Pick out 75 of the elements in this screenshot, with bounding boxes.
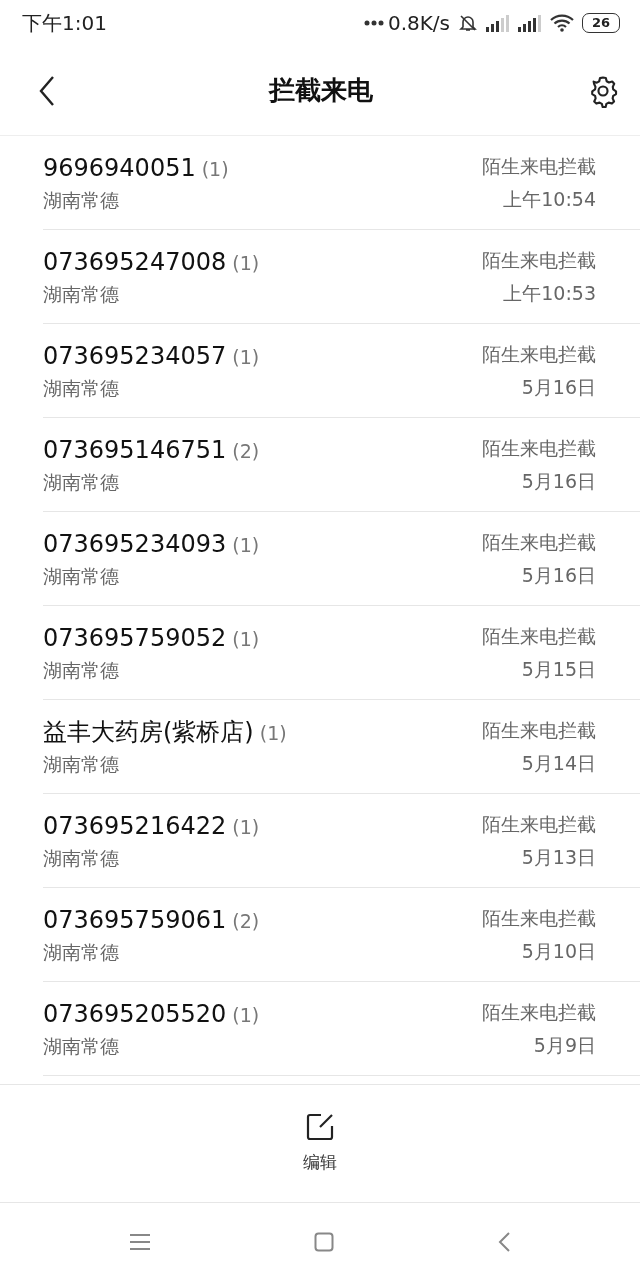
call-count: (1) (232, 533, 260, 559)
block-type: 陌生来电拦截 (482, 1000, 596, 1025)
call-count: (2) (232, 909, 260, 935)
call-count: (1) (259, 721, 287, 747)
caller-number: 073695216422 (43, 811, 227, 843)
bell-muted-icon (458, 13, 478, 33)
caller-number: 073695759061 (43, 905, 227, 937)
back-button[interactable] (38, 74, 56, 107)
caller-location: 湖南常德 (43, 470, 120, 496)
caller-location: 湖南常德 (43, 658, 120, 684)
block-type: 陌生来电拦截 (482, 624, 596, 649)
caller-location: 湖南常德 (43, 752, 120, 778)
call-count: (1) (232, 627, 260, 653)
call-row[interactable]: 073695759052 (1) 湖南常德 陌生来电拦截 5月15日 (43, 606, 640, 700)
caller-number: 073695247008 (43, 247, 227, 279)
call-count: (1) (232, 345, 260, 371)
call-row[interactable]: 073695146751 (2) 湖南常德 陌生来电拦截 5月16日 (43, 418, 640, 512)
caller-number: 073695759052 (43, 623, 227, 655)
caller-location: 湖南常德 (43, 564, 120, 590)
call-row[interactable]: 073695205520 (1) 湖南常德 陌生来电拦截 5月9日 (43, 982, 640, 1076)
caller-location: 湖南常德 (43, 940, 120, 966)
call-row[interactable]: 073695216422 (1) 湖南常德 陌生来电拦截 5月13日 (43, 794, 640, 888)
call-time: 5月9日 (533, 1032, 596, 1058)
caller-number: 073695146751 (43, 435, 227, 467)
call-count: (1) (232, 1003, 260, 1029)
back-icon[interactable] (496, 1230, 511, 1253)
caller-number: 073695205520 (43, 999, 227, 1031)
call-row[interactable]: 073695759061 (2) 湖南常德 陌生来电拦截 5月10日 (43, 888, 640, 982)
caller-location: 湖南常德 (43, 282, 120, 308)
edit-icon (305, 1111, 335, 1142)
block-type: 陌生来电拦截 (482, 530, 596, 555)
signal-icon (518, 14, 542, 32)
caller-number: 073695234057 (43, 341, 227, 373)
call-count: (2) (232, 439, 260, 465)
block-type: 陌生来电拦截 (482, 906, 596, 931)
block-type: 陌生来电拦截 (482, 248, 596, 273)
caller-location: 湖南常德 (43, 376, 120, 402)
call-time: 5月10日 (521, 938, 596, 964)
call-row[interactable]: 073695234057 (1) 湖南常德 陌生来电拦截 5月16日 (43, 324, 640, 418)
signal-icon (486, 14, 510, 32)
caller-number: 9696940051 (43, 153, 196, 185)
call-time: 5月16日 (521, 374, 596, 400)
edit-button[interactable]: 编辑 (303, 1111, 337, 1176)
call-time: 上午10:54 (503, 186, 596, 212)
battery-indicator: 26 (582, 13, 620, 33)
call-time: 5月14日 (521, 750, 596, 776)
call-time: 5月15日 (521, 656, 596, 682)
call-row[interactable]: 073695234093 (1) 湖南常德 陌生来电拦截 5月16日 (43, 512, 640, 606)
dots-icon (363, 20, 384, 26)
caller-location: 湖南常德 (43, 846, 120, 872)
caller-number: 益丰大药房(紫桥店) (43, 717, 254, 749)
caller-location: 湖南常德 (43, 1034, 120, 1060)
call-count: (1) (232, 815, 260, 841)
status-time: 下午1:01 (22, 10, 107, 37)
call-count: (1) (232, 251, 260, 277)
call-count: (1) (201, 157, 229, 183)
page-title: 拦截来电 (269, 74, 373, 107)
block-type: 陌生来电拦截 (482, 154, 596, 179)
call-time: 上午10:53 (503, 280, 596, 306)
wifi-icon (550, 14, 574, 32)
home-icon[interactable] (314, 1231, 334, 1252)
block-type: 陌生来电拦截 (482, 718, 596, 743)
block-type: 陌生来电拦截 (482, 342, 596, 367)
network-speed: 0.8K/s (387, 10, 450, 37)
call-time: 5月16日 (521, 468, 596, 494)
call-time: 5月13日 (521, 844, 596, 870)
call-time: 5月16日 (521, 562, 596, 588)
call-row[interactable]: 073695247008 (1) 湖南常德 陌生来电拦截 上午10:53 (43, 230, 640, 324)
call-row[interactable]: 益丰大药房(紫桥店) (1) 湖南常德 陌生来电拦截 5月14日 (43, 700, 640, 794)
menu-icon[interactable] (129, 1232, 152, 1251)
block-type: 陌生来电拦截 (482, 436, 596, 461)
block-type: 陌生来电拦截 (482, 812, 596, 837)
caller-location: 湖南常德 (43, 188, 120, 214)
call-row[interactable]: 9696940051 (1) 湖南常德 陌生来电拦截 上午10:54 (43, 136, 640, 230)
caller-number: 073695234093 (43, 529, 227, 561)
